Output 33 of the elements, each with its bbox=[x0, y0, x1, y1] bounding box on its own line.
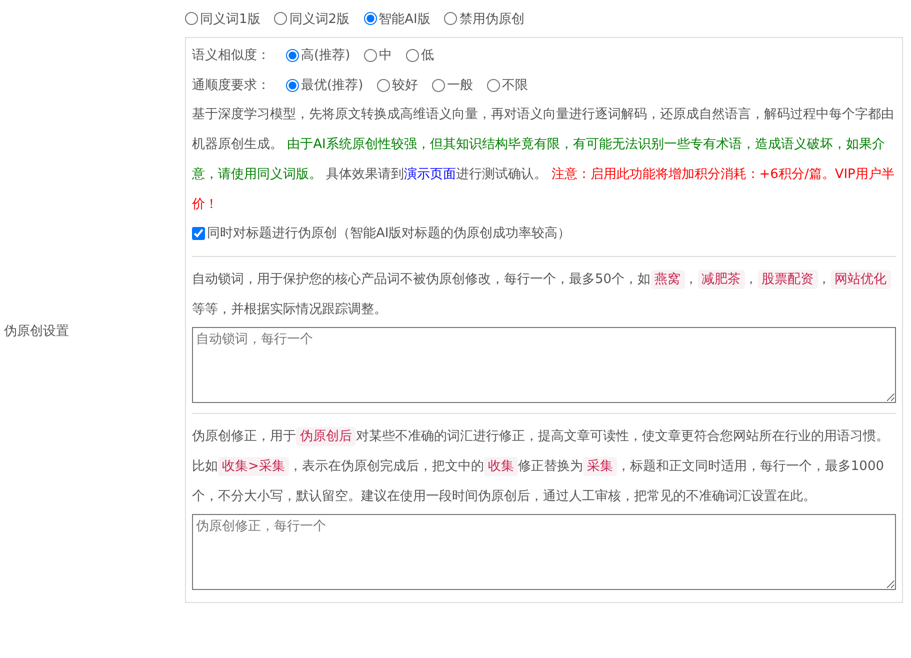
lock-words-description: 自动锁词，用于保护您的核心产品词不被伪原创修改，每行一个，最多50个，如 燕窝 ， 减肥茶 ， 股票配资 ， 网站优化 等等，并根据实际情况跟踪调整。 bbox=[192, 265, 896, 325]
setting-label: 通顺度要求： bbox=[192, 77, 270, 94]
setting-label: 语义相似度： bbox=[192, 47, 270, 64]
radio-label[interactable]: 智能AI版 bbox=[378, 10, 430, 28]
corrections-description: 伪原创修正，用于 伪原创后 对某些不准确的词汇进行修正，提高文章可读性，使文章更符合您网站所在行业的用语习惯。比如 收集>采集 ，表示在伪原创完成后，把文中的 收集 修正替换为 采集 ，标题和正文同时适用，每行一个，最多1000个，不分大小写，默认留空。建议在使用一段时间伪原创后，通过人工审核，把常见的不准确词汇设置在此。 bbox=[192, 426, 890, 506]
section-label: 伪原创设置 bbox=[4, 323, 69, 340]
radio-label[interactable]: 中 bbox=[379, 46, 392, 64]
radio-label[interactable]: 低 bbox=[421, 46, 434, 64]
corrections-field[interactable]: 伪原创修正，每行一个 bbox=[192, 514, 896, 590]
radio-label[interactable]: 高(推荐) bbox=[301, 46, 350, 64]
radio-label[interactable]: 一般 bbox=[447, 76, 474, 94]
radio-button[interactable] bbox=[432, 78, 446, 92]
radio-button[interactable] bbox=[185, 12, 198, 25]
radio-button[interactable] bbox=[286, 78, 299, 92]
radio-label[interactable]: 同义词1版 bbox=[200, 10, 260, 28]
ai-description: 基于深度学习模型，先将原文转换成高维语义向量，再对语义向量进行逐词解码，还原成自然语言，解码过程中每个字都由机器原创生成。 由于AI系统原创性较强，但其知识结构毕竟有限，有可能无法识别一些专有术语，造成语义破坏，如果介意，请使用同义词版。 具体效果请到演示页面进行测试确认。 注意：启用此功能将增加积分消耗：+6积分/篇。VIP用户半价！ bbox=[192, 106, 896, 214]
radio-button[interactable] bbox=[487, 78, 500, 92]
radio-button[interactable] bbox=[364, 12, 377, 25]
checkbox-label[interactable]: 同时对标题进行伪原创（智能AI版对标题的伪原创成功率较高） bbox=[207, 224, 571, 242]
radio-label[interactable]: 最优(推荐) bbox=[301, 76, 364, 94]
radio-button[interactable] bbox=[364, 48, 378, 62]
radio-label[interactable]: 禁用伪原创 bbox=[459, 10, 524, 28]
radio-button[interactable] bbox=[286, 48, 299, 62]
checkbox[interactable] bbox=[192, 226, 205, 240]
radio-label[interactable]: 较好 bbox=[392, 76, 418, 94]
radio-button[interactable] bbox=[274, 12, 288, 25]
radio-button[interactable] bbox=[406, 48, 420, 62]
lock-words-field[interactable]: 自动锁词，每行一个 bbox=[192, 327, 896, 403]
radio-label[interactable]: 同义词2版 bbox=[289, 10, 350, 28]
radio-button[interactable] bbox=[377, 78, 390, 92]
radio-button[interactable] bbox=[444, 12, 458, 25]
demo-page-link[interactable]: 演示页面 bbox=[404, 167, 456, 182]
radio-label[interactable]: 不限 bbox=[502, 76, 528, 94]
